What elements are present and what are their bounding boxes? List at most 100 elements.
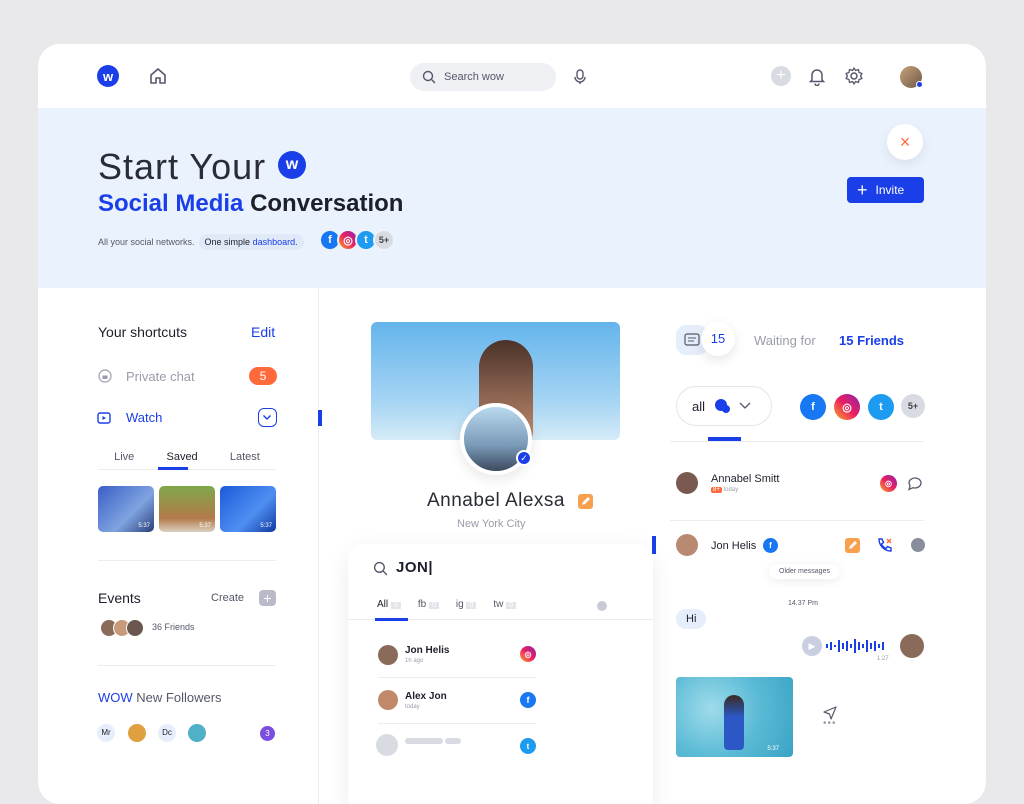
follower-avatar[interactable] [188,724,206,742]
follower-avatar[interactable]: Dc [158,724,176,742]
home-icon[interactable] [148,66,168,86]
active-tab-indicator [158,467,188,470]
chevron-down-icon[interactable] [258,408,277,427]
audio-duration: 1:27 [877,656,889,662]
video-thumb-3[interactable]: 5:37 [220,486,276,532]
tab-ig[interactable]: ig 0 [456,599,477,610]
more-filter-badge[interactable]: 5+ [901,394,925,418]
video-thumb-1[interactable]: 5:37 [98,486,154,532]
edit-shortcuts-link[interactable]: Edit [251,324,275,340]
video-thumb-2[interactable]: 5:37 [159,486,215,532]
event-friends-count: 36 Friends [152,622,195,632]
search-panel [348,544,653,804]
twitter-filter-icon[interactable]: t [868,394,894,420]
events-title: Events [98,590,141,606]
tab-count: 0 [466,602,477,609]
top-bar: w Search wow + [38,44,986,108]
instagram-filter-icon[interactable]: ◎ [834,394,860,420]
wow-logo[interactable]: w [97,65,119,87]
row-divider [378,723,536,724]
create-event-link[interactable]: Create [211,592,244,604]
tab-label: fb [417,599,427,610]
follower-avatar[interactable] [128,724,146,742]
chat-avatar [676,472,698,494]
play-video-icon [97,411,111,425]
video-message[interactable]: 5:37 [676,677,793,757]
wow-logo-hero: w [278,151,306,179]
play-audio-button[interactable]: ▶ [802,636,822,656]
private-chat-item[interactable]: Private chat [126,369,195,384]
search-query-input[interactable]: JON| [396,559,433,576]
placeholder-line [405,738,443,744]
result-name[interactable]: Alex Jon [405,691,447,702]
chevron-down-icon [739,402,751,410]
section-divider [98,665,276,666]
dashboard-link[interactable]: dashboard. [253,237,298,247]
twitter-icon[interactable]: t [520,738,536,754]
video-duration: 5:37 [260,523,272,529]
video-duration: 5:37 [199,523,211,529]
tab-latest[interactable]: Latest [230,451,260,463]
more-networks-badge[interactable]: 5+ [373,229,395,251]
instagram-icon[interactable]: ◎ [880,475,897,492]
followers-count-badge: 3 [260,726,275,741]
hexagon-settings-icon[interactable] [911,538,925,552]
tab-saved[interactable]: Saved [166,451,197,463]
tab-live[interactable]: Live [114,451,134,463]
plus-icon: + [857,179,868,200]
lock-chat-icon [98,369,112,383]
chat-time: today [723,487,739,493]
bell-icon[interactable] [808,66,826,86]
chat-bubble-icon[interactable] [906,474,924,492]
filter-divider [670,441,924,442]
invite-button[interactable]: + Invite [847,177,924,203]
online-status-dot [916,81,923,88]
search-tabs: All 0 fb 0 ig 0 tw 0 [377,599,607,610]
waiting-friends[interactable]: 15 Friends [839,333,904,348]
tab-all[interactable]: All 0 [377,599,401,610]
active-tab-indicator [375,618,408,621]
facebook-filter-icon[interactable]: f [800,394,826,420]
watch-item[interactable]: Watch [126,410,162,425]
search-icon [373,561,388,576]
tab-count: 0 [428,602,439,609]
chat-name[interactable]: Jon Helis [711,540,756,552]
pill-text: One simple [204,237,251,247]
result-avatar [378,690,398,710]
hero-pill: One simple dashboard. [198,234,304,250]
tab-label: All [377,599,389,610]
edit-profile-icon[interactable] [578,494,593,509]
sender-avatar [900,634,924,658]
tab-count: 0 [390,602,401,609]
microphone-icon[interactable] [573,69,587,85]
settings-icon[interactable] [597,601,607,611]
instagram-icon[interactable]: ◎ [520,646,536,662]
followers-rest: New Followers [136,690,222,705]
older-messages-button[interactable]: Older messages [769,564,840,579]
filter-dropdown[interactable]: all [676,386,772,426]
chat-bubbles-icon [713,398,731,414]
tab-fb[interactable]: fb 0 [418,599,439,610]
search-bar[interactable]: Search wow [410,63,556,91]
message-bubble: Hi [676,609,707,629]
chat-meta: 8+ today [711,487,738,493]
close-button[interactable]: × [887,124,923,160]
edit-icon[interactable] [845,538,860,553]
placeholder-line [445,738,461,744]
tab-count: 0 [506,602,517,609]
watch-tabs: Live Saved Latest [98,451,276,463]
result-time: 1h ago [405,658,424,664]
more-options-icon[interactable]: ••• [823,718,837,729]
phone-end-call-icon[interactable] [876,536,894,554]
add-event-button[interactable]: + [259,590,276,606]
add-icon[interactable]: + [771,66,791,86]
tab-tw[interactable]: tw 0 [493,599,517,610]
chat-name[interactable]: Annabel Smitt [711,473,779,485]
message-time: 14.37 Pm [788,600,818,607]
result-name[interactable]: Jon Helis [405,645,449,656]
profile-city: New York City [457,518,526,530]
gear-icon[interactable] [844,66,864,86]
hero-title-blue: Social Media [98,190,244,217]
follower-avatar[interactable]: Mr [97,724,115,742]
facebook-icon[interactable]: f [520,692,536,708]
